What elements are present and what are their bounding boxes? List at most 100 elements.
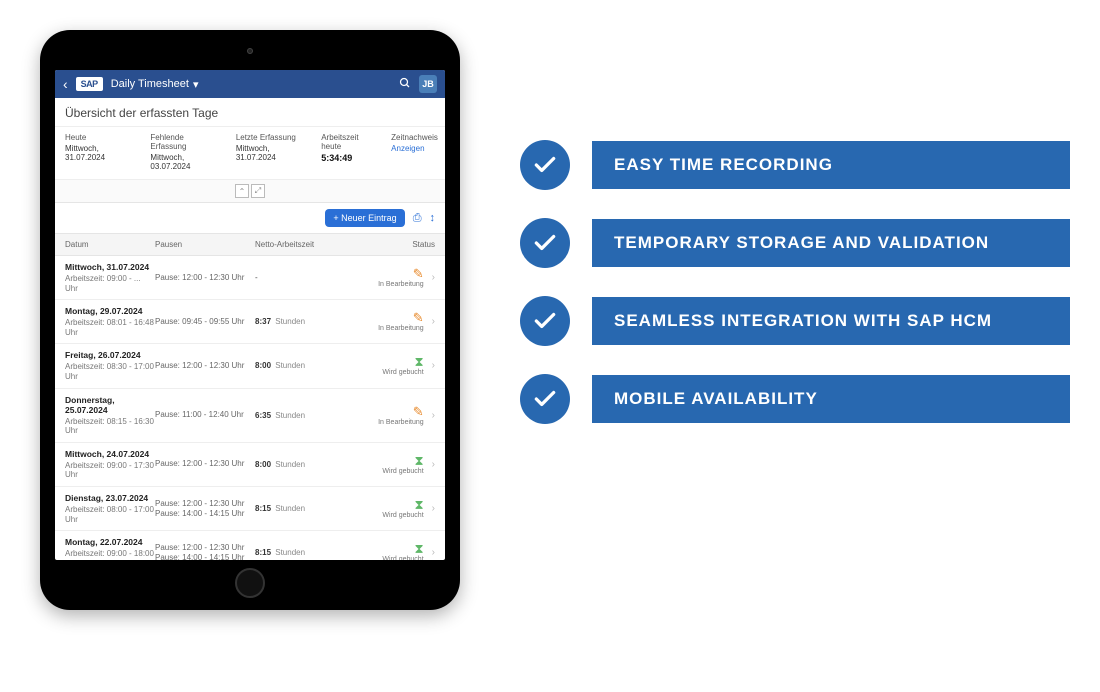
new-entry-button[interactable]: + Neuer Eintrag xyxy=(325,209,404,227)
table-row[interactable]: Donnerstag, 25.07.2024Arbeitszeit: 08:15… xyxy=(55,389,445,443)
row-worktime: Arbeitszeit: 09:00 - ... Uhr xyxy=(65,274,155,293)
search-icon[interactable] xyxy=(399,77,411,92)
row-date: Donnerstag, 25.07.2024 xyxy=(65,395,155,415)
check-icon xyxy=(520,218,570,268)
app-screen: ‹ SAP Daily Timesheet ▾ JB Übersicht der… xyxy=(55,70,445,560)
chevron-right-icon: › xyxy=(432,547,435,558)
hourglass-icon: ⧗ xyxy=(415,355,424,368)
feature-item: SEAMLESS INTEGRATION WITH SAP HCM xyxy=(520,296,1070,346)
row-net-value: 8:37 xyxy=(255,317,271,326)
tablet-home-button[interactable] xyxy=(235,568,265,598)
info-worked-today: Arbeitszeit heute 5:34:49 xyxy=(321,133,377,171)
row-net-col: 8:00 Stunden xyxy=(255,361,325,370)
row-worktime: Arbeitszeit: 08:00 - 17:00 Uhr xyxy=(65,505,155,524)
row-worktime: Arbeitszeit: 08:01 - 16:48 Uhr xyxy=(65,318,155,337)
app-title-label: Daily Timesheet xyxy=(111,78,189,90)
row-status-label: Wird gebucht xyxy=(382,369,423,376)
row-net-unit: Stunden xyxy=(273,317,305,326)
hourglass-icon: ⧗ xyxy=(415,542,424,555)
row-status-col: ⧗Wird gebucht xyxy=(325,454,428,475)
row-worktime: Arbeitszeit: 08:30 - 17:00 Uhr xyxy=(65,362,155,381)
feature-label: TEMPORARY STORAGE AND VALIDATION xyxy=(592,219,1070,267)
tablet-camera xyxy=(247,48,253,54)
row-pause: Pause: 12:00 - 12:30 Uhr xyxy=(155,499,255,509)
chevron-right-icon: › xyxy=(432,459,435,470)
row-pause: Pause: 14:00 - 14:15 Uhr xyxy=(155,509,255,519)
row-date-col: Freitag, 26.07.2024 Arbeitszeit: 08:30 - … xyxy=(65,350,155,381)
row-status-col: ⧗Wird gebucht xyxy=(325,498,428,519)
table-row[interactable]: Mittwoch, 31.07.2024 Arbeitszeit: 09:00 -… xyxy=(55,256,445,300)
table-row[interactable]: Mittwoch, 24.07.2024Arbeitszeit: 09:00 -… xyxy=(55,443,445,487)
row-date: Dienstag, 23.07.2024 xyxy=(65,493,155,503)
row-date: Freitag, 26.07.2024 xyxy=(65,350,155,360)
row-net-value: 6:35 xyxy=(255,411,271,420)
row-status-col: ✎In Bearbeitung xyxy=(325,311,428,332)
row-pause-col: Pause: 12:00 - 12:30 Uhr xyxy=(155,273,255,283)
row-pause-col: Pause: 12:00 - 12:30 Uhr xyxy=(155,361,255,371)
col-date: Datum xyxy=(65,240,155,249)
chevron-down-icon: ▾ xyxy=(193,78,199,91)
entries-list: Mittwoch, 31.07.2024 Arbeitszeit: 09:00 -… xyxy=(55,256,445,560)
show-proof-link[interactable]: Anzeigen xyxy=(391,144,435,153)
info-missing: Fehlende Erfassung Mittwoch, 03.07.2024 xyxy=(150,133,221,171)
table-row[interactable]: Montag, 22.07.2024Arbeitszeit: 09:00 - 1… xyxy=(55,531,445,560)
row-net-col: 8:37 Stunden xyxy=(255,317,325,326)
pencil-icon: ✎ xyxy=(413,311,424,324)
row-date-col: Montag, 22.07.2024Arbeitszeit: 09:00 - 1… xyxy=(65,537,155,560)
table-header: Datum Pausen Netto-Arbeitszeit Status xyxy=(55,233,445,256)
row-net-value: 8:15 xyxy=(255,548,271,557)
back-icon[interactable]: ‹ xyxy=(63,76,68,92)
row-pause-col: Pause: 12:00 - 12:30 UhrPause: 14:00 - 1… xyxy=(155,543,255,560)
sap-logo: SAP xyxy=(76,77,103,91)
view-switch-row: ⌃ ⤢ xyxy=(55,180,445,203)
row-date: Mittwoch, 31.07.2024 xyxy=(65,262,155,272)
table-row[interactable]: Montag, 29.07.2024 Arbeitszeit: 08:01 - 1… xyxy=(55,300,445,344)
feature-label: SEAMLESS INTEGRATION WITH SAP HCM xyxy=(592,297,1070,345)
pencil-icon: ✎ xyxy=(413,267,424,280)
pin-icon[interactable]: ⤢ xyxy=(251,184,265,198)
print-icon[interactable]: ⎙ xyxy=(413,212,422,225)
row-net-unit: Stunden xyxy=(273,361,305,370)
row-date-col: Donnerstag, 25.07.2024Arbeitszeit: 08:15… xyxy=(65,395,155,436)
info-today: Heute Mittwoch, 31.07.2024 xyxy=(65,133,136,171)
check-icon xyxy=(520,296,570,346)
row-net-col: 8:15 Stunden xyxy=(255,548,325,557)
row-pause: Pause: 12:00 - 12:30 Uhr xyxy=(155,459,255,469)
row-status-col: ✎In Bearbeitung xyxy=(325,405,428,426)
row-net-col: 8:00 Stunden xyxy=(255,460,325,469)
info-proof: Zeitnachweis Anzeigen xyxy=(391,133,435,171)
row-date-col: Dienstag, 23.07.2024 Arbeitszeit: 08:00 -… xyxy=(65,493,155,524)
row-status-label: In Bearbeitung xyxy=(378,419,424,426)
row-status-label: Wird gebucht xyxy=(382,512,423,519)
summary-row: Heute Mittwoch, 31.07.2024 Fehlende Erfa… xyxy=(55,127,445,180)
row-net-value: 8:15 xyxy=(255,504,271,513)
row-pause: Pause: 12:00 - 12:30 Uhr xyxy=(155,543,255,553)
table-row[interactable]: Dienstag, 23.07.2024 Arbeitszeit: 08:00 -… xyxy=(55,487,445,531)
row-pause-col: Pause: 09:45 - 09:55 Uhr xyxy=(155,317,255,327)
sort-icon[interactable]: ↕ xyxy=(430,212,436,224)
user-avatar[interactable]: JB xyxy=(419,75,437,93)
row-date-col: Montag, 29.07.2024 Arbeitszeit: 08:01 - 1… xyxy=(65,306,155,337)
row-worktime: Arbeitszeit: 09:00 - 17:30 Uhr xyxy=(65,461,155,480)
row-worktime: Arbeitszeit: 09:00 - 18:00 Uhr xyxy=(65,549,155,560)
row-status-col: ✎In Bearbeitung xyxy=(325,267,428,288)
check-icon xyxy=(520,374,570,424)
page-title: Übersicht der erfassten Tage xyxy=(55,98,445,127)
row-pause-col: Pause: 12:00 - 12:30 Uhr xyxy=(155,459,255,469)
row-net-value: 8:00 xyxy=(255,361,271,370)
info-last: Letzte Erfassung Mittwoch, 31.07.2024 xyxy=(236,133,307,171)
app-title[interactable]: Daily Timesheet ▾ xyxy=(111,78,199,91)
row-net-col: 8:15 Stunden xyxy=(255,504,325,513)
row-date: Montag, 29.07.2024 xyxy=(65,306,155,316)
new-entry-label: + Neuer Eintrag xyxy=(333,213,396,223)
col-status: Status xyxy=(375,240,435,249)
row-pause-col: Pause: 12:00 - 12:30 UhrPause: 14:00 - 1… xyxy=(155,499,255,519)
row-pause: Pause: 09:45 - 09:55 Uhr xyxy=(155,317,255,327)
collapse-icon[interactable]: ⌃ xyxy=(235,184,249,198)
chevron-right-icon: › xyxy=(432,503,435,514)
col-net: Netto-Arbeitszeit xyxy=(255,240,325,249)
row-status-label: Wird gebucht xyxy=(382,556,423,560)
chevron-right-icon: › xyxy=(432,316,435,327)
row-net-col: - xyxy=(255,273,325,282)
table-row[interactable]: Freitag, 26.07.2024 Arbeitszeit: 08:30 - … xyxy=(55,344,445,388)
